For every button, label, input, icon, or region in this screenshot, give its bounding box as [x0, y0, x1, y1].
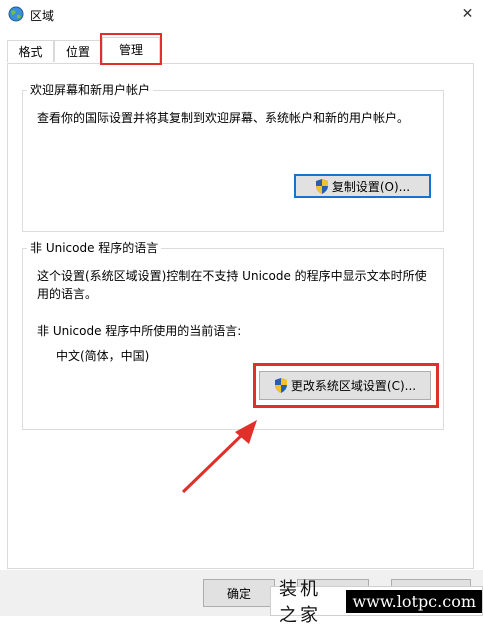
- tab-location[interactable]: 位置: [54, 40, 102, 62]
- uac-shield-icon: [315, 178, 328, 194]
- red-arrow-annotation: [181, 420, 257, 494]
- app-globe-icon: [8, 6, 24, 22]
- welcome-group-title: 欢迎屏幕和新用户帐户: [27, 83, 154, 97]
- watermark-chinese-text: 装机之家: [279, 579, 321, 626]
- title-bar: [0, 0, 483, 30]
- change-system-locale-button[interactable]: 更改系统区域设置(C)...: [259, 371, 431, 400]
- copy-settings-button[interactable]: 复制设置(O)...: [294, 174, 431, 198]
- non-unicode-group-title: 非 Unicode 程序的语言: [27, 241, 162, 255]
- copy-settings-label: 复制设置(O)...: [331, 179, 411, 194]
- ok-button[interactable]: 确定: [203, 579, 275, 607]
- non-unicode-description: 这个设置(系统区域设置)控制在不支持 Unicode 的程序中显示文本时所使用的…: [37, 269, 427, 301]
- watermark: 装机之家 www.lotpc.com: [270, 579, 483, 626]
- close-button[interactable]: ✕: [452, 0, 483, 28]
- close-icon: ✕: [461, 6, 474, 22]
- tab-highlight-box: [100, 33, 162, 65]
- watermark-url: www.lotpc.com: [346, 589, 482, 613]
- current-language-value: 中文(简体，中国): [56, 349, 150, 363]
- uac-shield-icon: [274, 378, 287, 393]
- window-title: 区域: [30, 9, 55, 23]
- change-system-locale-label: 更改系统区域设置(C)...: [290, 379, 417, 393]
- welcome-group-description: 查看你的国际设置并将其复制到欢迎屏幕、系统帐户和新的用户帐户。: [37, 111, 410, 125]
- current-language-label: 非 Unicode 程序中所使用的当前语言:: [37, 324, 242, 338]
- tab-format[interactable]: 格式: [7, 40, 54, 62]
